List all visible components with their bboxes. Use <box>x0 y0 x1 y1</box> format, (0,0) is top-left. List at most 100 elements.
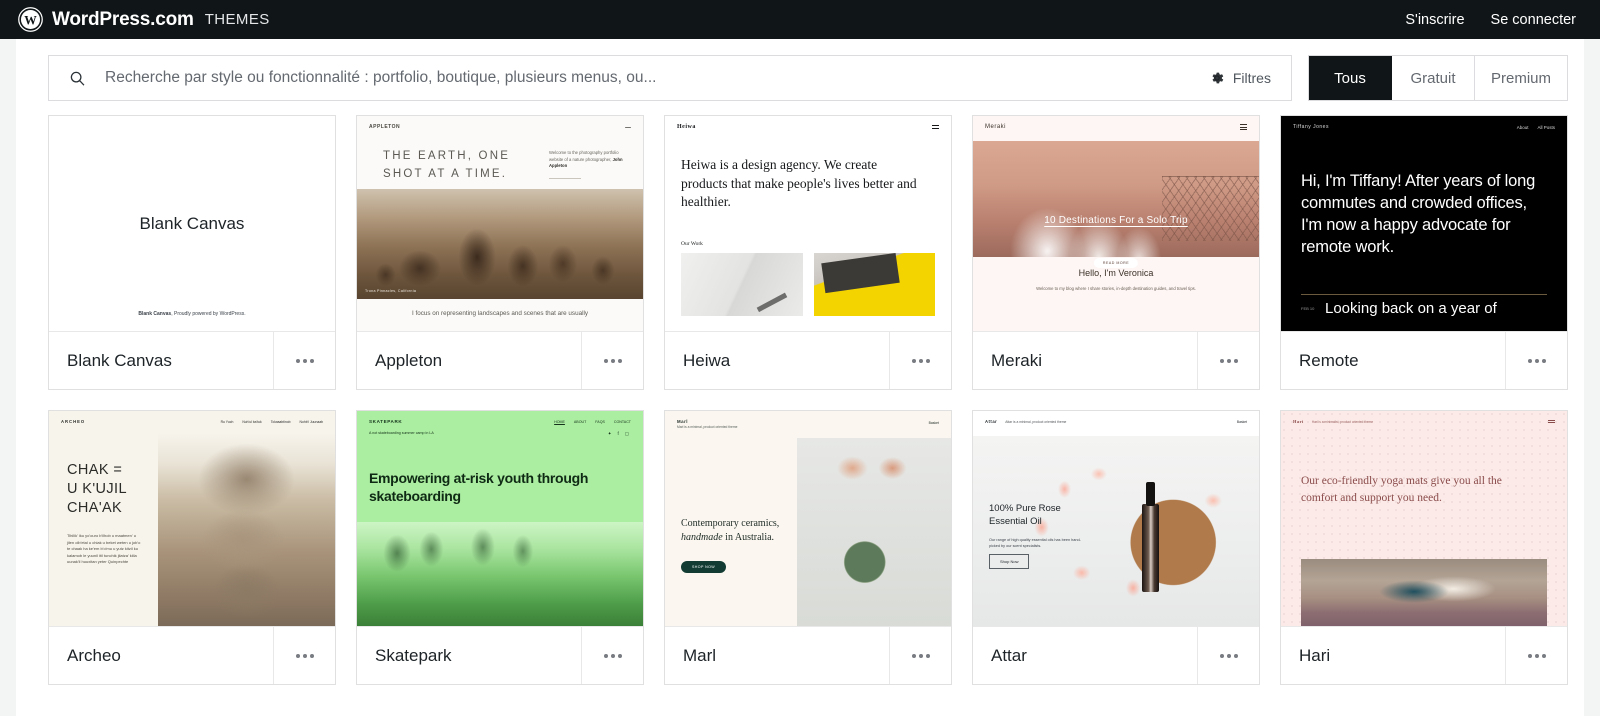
theme-menu-button[interactable] <box>273 627 335 684</box>
theme-preview[interactable]: Blank Canvas Blank Canvas, Proudly power… <box>49 116 335 331</box>
theme-card-footer: Heiwa <box>665 331 951 389</box>
theme-preview[interactable]: Marl Marl is a minimal, product oriented… <box>665 411 951 626</box>
theme-preview[interactable]: APPLETON THE EARTH, ONE SHOT AT A TIME. … <box>357 116 643 331</box>
facebook-icon[interactable]: f <box>617 431 618 437</box>
mini-footer: Blank Canvas, Proudly powered by WordPre… <box>49 311 335 317</box>
theme-card[interactable]: APPLETON THE EARTH, ONE SHOT AT A TIME. … <box>356 115 644 390</box>
theme-menu-button[interactable] <box>581 332 643 389</box>
mini-site-appleton: APPLETON THE EARTH, ONE SHOT AT A TIME. … <box>357 116 643 331</box>
mini-heading-line1: Contemporary ceramics, <box>681 518 780 529</box>
theme-menu-button[interactable] <box>1505 332 1567 389</box>
mini-navbar: ARCHEO Ru Yuch Nuh'ul ba'tuk Tolwaabtino… <box>49 411 335 432</box>
mini-shop-now-button[interactable]: SHOP NOW <box>681 561 727 573</box>
theme-menu-button[interactable] <box>1197 332 1259 389</box>
hamburger-icon[interactable] <box>1240 124 1247 131</box>
mini-hero-image <box>1301 559 1547 626</box>
mini-nav-item[interactable]: Nuh'ul ba'tuk <box>242 420 261 424</box>
theme-menu-button[interactable] <box>273 332 335 389</box>
mini-site-logo: Marl <box>677 419 689 424</box>
theme-preview[interactable]: Heiwa Heiwa is a design agency. We creat… <box>665 116 951 331</box>
theme-preview[interactable]: Meraki 10 Destinations For a Solo Trip R… <box>973 116 1259 331</box>
theme-menu-button[interactable] <box>889 332 951 389</box>
content-surface: Filtres Tous Gratuit Premium Blank Canva… <box>16 39 1584 716</box>
mini-shop-now-button[interactable]: Shop Now <box>989 554 1030 569</box>
mini-nav-item[interactable]: ABOUT <box>574 420 586 424</box>
mini-nav-item[interactable]: All Posts <box>1537 125 1555 130</box>
theme-menu-button[interactable] <box>581 627 643 684</box>
theme-preview[interactable]: SKATEPARK HOME ABOUT FAQS CONTACT A not … <box>357 411 643 626</box>
search-input[interactable] <box>105 69 1194 87</box>
mini-social-links: ✦ f ▢ <box>608 431 629 437</box>
signup-link[interactable]: S'inscrire <box>1405 12 1464 28</box>
theme-card[interactable]: Heiwa Heiwa is a design agency. We creat… <box>664 115 952 390</box>
tab-premium[interactable]: Premium <box>1474 56 1567 100</box>
ellipsis-icon <box>295 358 300 363</box>
mini-blurb-lead: Welcome to the photography portfolio web… <box>549 150 619 162</box>
ellipsis-icon <box>1226 358 1231 363</box>
theme-card[interactable]: SKATEPARK HOME ABOUT FAQS CONTACT A not … <box>356 410 644 685</box>
mini-site-skatepark: SKATEPARK HOME ABOUT FAQS CONTACT A not … <box>357 411 643 626</box>
mini-hero-title: 10 Destinations For a Solo Trip <box>1044 214 1188 226</box>
mini-footer-brand: Blank Canvas <box>138 311 172 317</box>
theme-preview[interactable]: Hari Hari is a minimalist, product orien… <box>1281 411 1567 626</box>
ellipsis-icon <box>302 358 307 363</box>
mini-site-logo: ARCHEO <box>61 419 86 424</box>
hamburger-icon[interactable] <box>1548 419 1555 424</box>
theme-card[interactable]: Meraki 10 Destinations For a Solo Trip R… <box>972 115 1260 390</box>
mini-nav-item[interactable]: FAQS <box>595 420 605 424</box>
mini-image-caption: Trona Pinnacles, California <box>365 289 417 293</box>
theme-preview[interactable]: Attar Attar is a minimal, product orient… <box>973 411 1259 626</box>
theme-card[interactable]: Attar Attar is a minimal, product orient… <box>972 410 1260 685</box>
mini-tagline: A not skateboarding summer camp in LA <box>369 431 434 435</box>
ellipsis-icon <box>1527 358 1532 363</box>
mini-heading: 100% Pure Rose Essential Oil <box>989 503 1061 527</box>
mini-nav-item[interactable]: Ru Yuch <box>221 420 234 424</box>
mini-nav-item[interactable]: Tolwaabtinob <box>271 420 291 424</box>
tab-tous[interactable]: Tous <box>1308 56 1392 100</box>
theme-card[interactable]: Hari Hari is a minimalist, product orien… <box>1280 410 1568 685</box>
mini-body: Tihilik' iku yo'ouro b'ilhob u maatmen' … <box>67 533 141 565</box>
mini-site-attar: Attar Attar is a minimal, product orient… <box>973 411 1259 626</box>
ellipsis-icon <box>1534 358 1539 363</box>
mini-body: Our range of high quality essential oils… <box>989 538 1081 549</box>
mini-nav-item[interactable]: About <box>1517 125 1529 130</box>
hamburger-icon[interactable] <box>932 125 939 129</box>
search-icon <box>49 70 105 87</box>
instagram-icon[interactable]: ▢ <box>625 431 629 437</box>
theme-card[interactable]: Marl Marl is a minimal, product oriented… <box>664 410 952 685</box>
mini-hero-image <box>973 436 1259 626</box>
theme-name: Marl <box>683 645 717 665</box>
theme-card[interactable]: ARCHEO Ru Yuch Nuh'ul ba'tuk Tolwaabtino… <box>48 410 336 685</box>
theme-card[interactable]: Blank Canvas Blank Canvas, Proudly power… <box>48 115 336 390</box>
tab-gratuit[interactable]: Gratuit <box>1391 56 1475 100</box>
mini-site-logo: Heiwa <box>677 124 696 130</box>
mini-hero-image <box>157 433 335 626</box>
theme-menu-button[interactable] <box>1197 627 1259 684</box>
mini-site-marl: Marl Marl is a minimal, product oriented… <box>665 411 951 626</box>
twitter-icon[interactable]: ✦ <box>608 431 612 437</box>
mini-navbar: Hari Hari is a minimalist, product orien… <box>1281 411 1567 432</box>
mini-nav: HOME ABOUT FAQS CONTACT <box>554 420 631 424</box>
filters-button[interactable]: Filtres <box>1194 70 1291 86</box>
theme-card[interactable]: Tiffany Jones About All Posts Hi, I'm Ti… <box>1280 115 1568 390</box>
mini-navbar: Meraki <box>973 116 1259 138</box>
search-box[interactable]: Filtres <box>48 55 1292 101</box>
mini-gallery <box>681 253 935 316</box>
theme-menu-button[interactable] <box>889 627 951 684</box>
mini-nav-item[interactable]: CONTACT <box>614 420 631 424</box>
mini-site-logo: Meraki <box>985 124 1007 131</box>
mini-heading: Empowering at-risk youth through skatebo… <box>369 470 589 505</box>
mini-navbar: SKATEPARK HOME ABOUT FAQS CONTACT <box>357 411 643 426</box>
mini-nav-item[interactable]: Nohb'i Juunaab <box>300 420 323 424</box>
mini-read-more-button[interactable]: READ MORE <box>1093 257 1139 268</box>
mini-nav: About All Posts <box>1517 125 1555 130</box>
theme-menu-button[interactable] <box>1505 627 1567 684</box>
login-link[interactable]: Se connecter <box>1491 12 1576 28</box>
theme-preview[interactable]: Tiffany Jones About All Posts Hi, I'm Ti… <box>1281 116 1567 331</box>
mini-blurb: Welcome to the photography portfolio web… <box>549 150 625 180</box>
mini-nav-item[interactable]: HOME <box>554 420 565 424</box>
brand[interactable]: W WordPress.com THEMES <box>18 7 270 32</box>
theme-preview[interactable]: ARCHEO Ru Yuch Nuh'ul ba'tuk Tolwaabtino… <box>49 411 335 626</box>
mini-basket-link[interactable]: Basket <box>1237 420 1247 424</box>
mini-heading: Heiwa is a design agency. We create prod… <box>681 157 917 210</box>
